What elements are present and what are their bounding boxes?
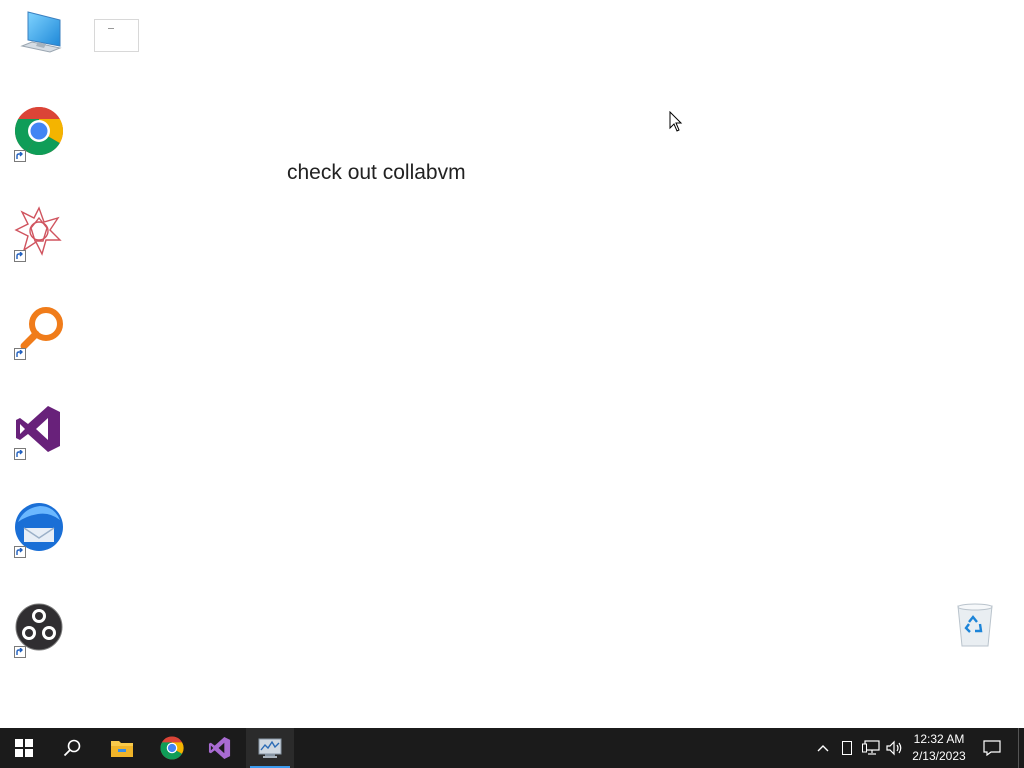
recycle-bin-icon[interactable] [952,602,1008,658]
thunderbird-icon[interactable] [14,502,70,558]
shortcut-arrow-icon [14,448,26,460]
visual-studio-icon[interactable] [14,404,70,460]
visual-studio-icon[interactable] [196,728,244,768]
note-mark [108,28,114,29]
start-icon[interactable] [0,728,48,768]
desktop-note-item[interactable] [94,19,139,52]
desktop-text: check out collabvm [287,161,466,184]
shortcut-arrow-icon [14,646,26,658]
system-clock[interactable]: 12:32 AM 2/13/2023 [904,731,974,765]
this-pc-icon[interactable] [14,8,70,64]
search-icon[interactable] [48,728,96,768]
mouse-cursor-icon [669,110,683,138]
show-desktop-button[interactable] [1018,728,1024,768]
obs-studio-icon[interactable] [14,602,70,658]
notifications-icon[interactable] [980,728,1004,768]
shortcut-arrow-icon [14,250,26,262]
wolfram-mathematica-icon[interactable] [14,206,70,262]
performance-monitor-icon[interactable] [246,728,294,768]
desktop[interactable]: check out collabvm [0,0,1024,728]
shortcut-arrow-icon [14,546,26,558]
clock-time: 12:32 AM [913,732,965,746]
magnifier-search-app-icon[interactable] [14,304,70,360]
google-chrome-icon[interactable] [148,728,196,768]
action-center-tablet-icon[interactable] [838,728,856,768]
volume-icon[interactable] [884,728,906,768]
shortcut-arrow-icon [14,348,26,360]
file-explorer-icon[interactable] [98,728,146,768]
show-hidden-icons-icon[interactable] [812,728,834,768]
shortcut-arrow-icon [14,150,26,162]
google-chrome-icon[interactable] [14,106,70,162]
network-icon[interactable] [860,728,882,768]
clock-date: 2/13/2023 [912,749,966,763]
taskbar: 12:32 AM 2/13/2023 [0,728,1024,768]
